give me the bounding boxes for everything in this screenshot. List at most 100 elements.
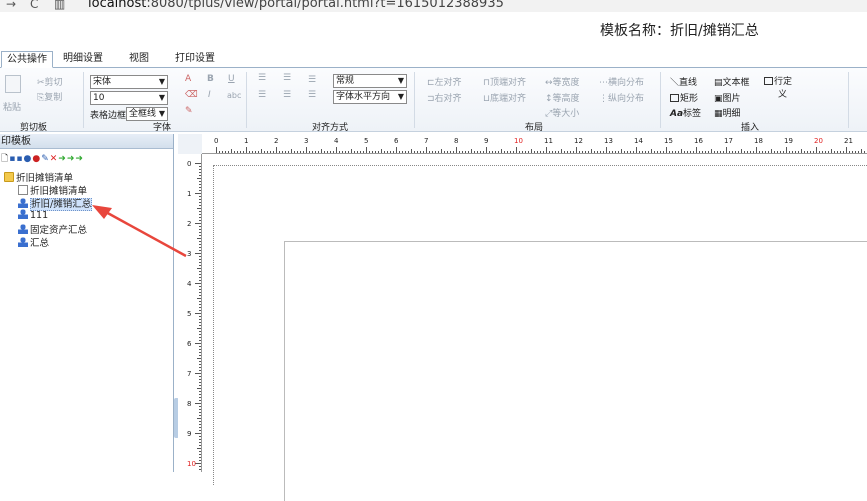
ruler-label: 6 bbox=[394, 137, 399, 145]
ruler-tick bbox=[199, 166, 201, 167]
vertical-distribute-button[interactable]: ⋮纵向分布 bbox=[599, 91, 644, 104]
user-red-icon[interactable]: ● bbox=[32, 154, 40, 164]
copy-button[interactable]: ⎘复制 bbox=[37, 90, 62, 103]
underline-button[interactable]: U bbox=[228, 74, 235, 84]
ruler-tick bbox=[261, 149, 262, 153]
paste-button[interactable]: 粘贴 bbox=[3, 100, 21, 113]
font-family-select[interactable]: 宋体 ▼ bbox=[90, 75, 168, 89]
font-color-icon[interactable]: A bbox=[185, 74, 191, 84]
design-canvas[interactable] bbox=[202, 155, 867, 501]
ruler-label: 2 bbox=[187, 220, 192, 228]
ruler-tick bbox=[621, 149, 622, 153]
ruler-tick bbox=[780, 151, 781, 153]
ruler-tick bbox=[336, 147, 337, 153]
move-down-icon[interactable]: ➜ bbox=[75, 154, 83, 164]
ruler-tick bbox=[345, 151, 346, 153]
ruler-tick bbox=[330, 151, 331, 153]
delete-icon[interactable]: ✕ bbox=[50, 154, 58, 164]
ruler-tick bbox=[318, 151, 319, 153]
vertical-distribute-icon: ⋮ bbox=[599, 94, 608, 104]
insert-label-button[interactable]: Aa标签 bbox=[670, 106, 701, 119]
ruler-tick bbox=[438, 151, 439, 153]
align-top-center-icon[interactable]: ☰ bbox=[283, 73, 291, 83]
ruler-tick bbox=[199, 367, 201, 368]
page-info-icon[interactable]: ▥ bbox=[54, 0, 65, 11]
align-left-button[interactable]: ⊏左对齐 bbox=[427, 75, 462, 88]
paste-icon[interactable] bbox=[5, 75, 21, 93]
pen-icon[interactable]: ✎ bbox=[185, 106, 193, 116]
user-icon[interactable]: ● bbox=[23, 154, 31, 164]
align-center-icon[interactable]: ☰ bbox=[283, 90, 291, 100]
tab-common-operations[interactable]: 公共操作 bbox=[1, 51, 53, 68]
edit-icon[interactable]: ✎ bbox=[41, 154, 49, 164]
tree-item-summary[interactable]: 汇总 bbox=[18, 235, 49, 249]
ruler-tick bbox=[765, 151, 766, 153]
ruler-tick bbox=[199, 172, 201, 173]
ruler-tick bbox=[825, 151, 826, 153]
ruler-tick bbox=[792, 151, 793, 153]
align-bottom-button[interactable]: ⊔底端对齐 bbox=[483, 91, 526, 104]
align-left-label: 左对齐 bbox=[434, 78, 462, 88]
ruler-label: 5 bbox=[187, 310, 192, 318]
save-icon[interactable]: ▪ bbox=[9, 154, 15, 164]
insert-textbox-button[interactable]: ▤文本框 bbox=[714, 75, 750, 88]
ruler-tick bbox=[342, 151, 343, 153]
cut-button[interactable]: ✂剪切 bbox=[37, 75, 63, 88]
clipboard-group-label: 剪切板 bbox=[20, 123, 48, 133]
italic-button[interactable]: I bbox=[208, 90, 211, 100]
eraser-icon[interactable]: ⌫ bbox=[185, 90, 198, 100]
ruler-label: 7 bbox=[187, 370, 192, 378]
ruler-label: 11 bbox=[544, 137, 553, 145]
move-right-icon[interactable]: ➜ bbox=[67, 154, 75, 164]
new-icon[interactable]: 🗋 bbox=[1, 151, 8, 167]
align-top-right-icon[interactable]: ☰ bbox=[308, 75, 316, 85]
ruler-label: 17 bbox=[724, 137, 733, 145]
align-left-icon[interactable]: ☰ bbox=[258, 90, 266, 100]
insert-line-button[interactable]: ＼直线 bbox=[670, 75, 697, 88]
same-size-button[interactable]: ⤢等大小 bbox=[545, 106, 579, 119]
align-right-label: 右对齐 bbox=[434, 94, 462, 104]
horizontal-distribute-button[interactable]: ⋯横向分布 bbox=[599, 75, 644, 88]
insert-custom-button[interactable]: 行定 bbox=[764, 74, 792, 87]
ruler-tick bbox=[315, 151, 316, 153]
insert-rect-button[interactable]: 矩形 bbox=[670, 91, 698, 104]
ruler-tick bbox=[726, 147, 727, 153]
url-text[interactable]: localhost:8080/tplus/view/portal/portal.… bbox=[88, 0, 504, 11]
chevron-down-icon: ▼ bbox=[158, 93, 165, 102]
ruler-tick bbox=[711, 149, 712, 153]
ruler-tick bbox=[199, 250, 201, 251]
ruler-tick bbox=[540, 151, 541, 153]
ruler-tick bbox=[199, 325, 201, 326]
tree-item-depreciation-list[interactable]: 折旧摊销清单 bbox=[18, 183, 87, 197]
font-size-select[interactable]: 10 ▼ bbox=[90, 91, 168, 105]
insert-image-button[interactable]: ▣图片 bbox=[714, 91, 741, 104]
tree-item-111[interactable]: 111 bbox=[18, 209, 48, 221]
text-direction-select[interactable]: 字体水平方向 ▼ bbox=[333, 90, 407, 104]
save-as-icon[interactable]: ▪ bbox=[16, 154, 22, 164]
align-right-button[interactable]: ⊐右对齐 bbox=[427, 91, 462, 104]
ruler-tick bbox=[195, 253, 201, 254]
bold-button[interactable]: B bbox=[207, 74, 214, 84]
ruler-tick bbox=[285, 151, 286, 153]
same-height-button[interactable]: ↕等高度 bbox=[545, 91, 580, 104]
tree-item-depreciation-summary[interactable]: 折旧/摊销汇总 bbox=[18, 196, 93, 211]
tab-view[interactable]: 视图 bbox=[122, 51, 156, 68]
align-top-left-icon[interactable]: ☰ bbox=[258, 73, 266, 83]
move-up-icon[interactable]: ➜ bbox=[58, 154, 66, 164]
insert-detail-button[interactable]: ▦明细 bbox=[714, 106, 741, 119]
table-border-select[interactable]: 全框线 ▼ bbox=[126, 107, 168, 121]
tab-detail-settings[interactable]: 明细设置 bbox=[58, 51, 108, 68]
strikethrough-button[interactable]: abc bbox=[227, 91, 241, 100]
ruler-label: 16 bbox=[694, 137, 703, 145]
ruler-tick bbox=[522, 151, 523, 153]
tree-folder-depreciation-list[interactable]: 折旧摊销清单 bbox=[4, 170, 73, 184]
back-icon[interactable]: → bbox=[6, 0, 16, 11]
vertical-align-select[interactable]: 常规 ▼ bbox=[333, 74, 407, 88]
tab-print-settings[interactable]: 打印设置 bbox=[170, 51, 220, 68]
ruler-tick bbox=[197, 208, 201, 209]
align-right-icon[interactable]: ☰ bbox=[308, 90, 316, 100]
tree-item-fixed-assets-summary[interactable]: 固定资产汇总 bbox=[18, 222, 87, 236]
align-top-button[interactable]: ⊓顶端对齐 bbox=[483, 75, 526, 88]
reload-icon[interactable]: C bbox=[30, 0, 38, 11]
same-width-button[interactable]: ↔等宽度 bbox=[545, 75, 580, 88]
